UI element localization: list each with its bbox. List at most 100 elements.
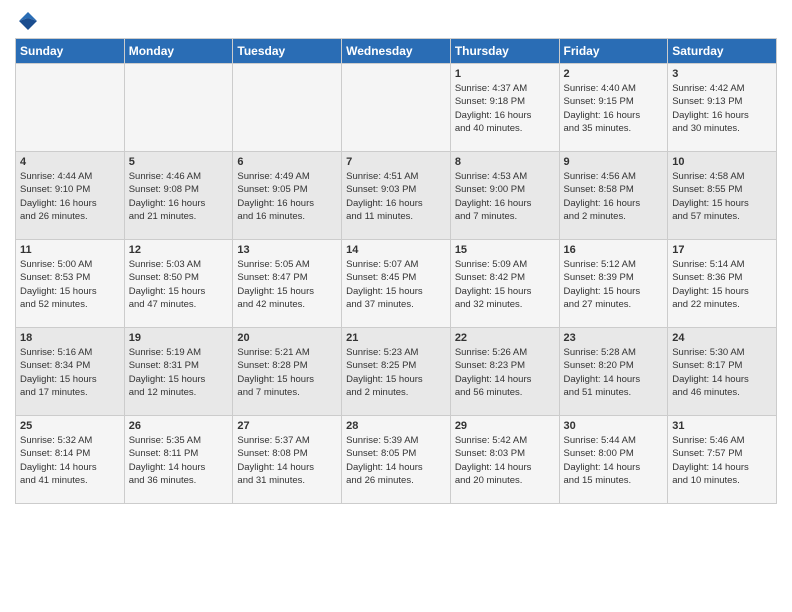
day-number: 6 <box>237 156 337 168</box>
day-info: Sunrise: 5:19 AM Sunset: 8:31 PM Dayligh… <box>129 346 229 399</box>
day-cell: 4 Sunrise: 4:44 AM Sunset: 9:10 PM Daylig… <box>16 152 125 240</box>
day-cell: 13 Sunrise: 5:05 AM Sunset: 8:47 PM Dayli… <box>233 240 342 328</box>
day-info: Sunrise: 4:53 AM Sunset: 9:00 PM Dayligh… <box>455 170 555 223</box>
day-number: 18 <box>20 332 120 344</box>
day-number: 29 <box>455 420 555 432</box>
day-cell: 7 Sunrise: 4:51 AM Sunset: 9:03 PM Daylig… <box>342 152 451 240</box>
day-cell: 1 Sunrise: 4:37 AM Sunset: 9:18 PM Daylig… <box>450 64 559 152</box>
logo-icon <box>17 10 39 32</box>
day-info: Sunrise: 5:21 AM Sunset: 8:28 PM Dayligh… <box>237 346 337 399</box>
day-number: 28 <box>346 420 446 432</box>
day-number: 13 <box>237 244 337 256</box>
day-number: 16 <box>564 244 664 256</box>
day-cell <box>124 64 233 152</box>
day-info: Sunrise: 4:58 AM Sunset: 8:55 PM Dayligh… <box>672 170 772 223</box>
week-row-1: 1 Sunrise: 4:37 AM Sunset: 9:18 PM Daylig… <box>16 64 777 152</box>
day-cell: 17 Sunrise: 5:14 AM Sunset: 8:36 PM Dayli… <box>668 240 777 328</box>
logo <box>15 10 39 32</box>
day-info: Sunrise: 4:46 AM Sunset: 9:08 PM Dayligh… <box>129 170 229 223</box>
day-cell: 25Sunrise: 5:32 AM Sunset: 8:14 PM Dayli… <box>16 416 125 504</box>
day-info: Sunrise: 5:28 AM Sunset: 8:20 PM Dayligh… <box>564 346 664 399</box>
day-number: 30 <box>564 420 664 432</box>
day-cell: 8 Sunrise: 4:53 AM Sunset: 9:00 PM Daylig… <box>450 152 559 240</box>
day-info: Sunrise: 5:42 AM Sunset: 8:03 PM Dayligh… <box>455 434 555 487</box>
day-cell: 21 Sunrise: 5:23 AM Sunset: 8:25 PM Dayli… <box>342 328 451 416</box>
day-number: 19 <box>129 332 229 344</box>
day-cell: 18 Sunrise: 5:16 AM Sunset: 8:34 PM Dayli… <box>16 328 125 416</box>
day-info: Sunrise: 5:05 AM Sunset: 8:47 PM Dayligh… <box>237 258 337 311</box>
day-info: Sunrise: 4:40 AM Sunset: 9:15 PM Dayligh… <box>564 82 664 135</box>
day-cell <box>342 64 451 152</box>
day-info: Sunrise: 4:56 AM Sunset: 8:58 PM Dayligh… <box>564 170 664 223</box>
day-info: Sunrise: 4:44 AM Sunset: 9:10 PM Dayligh… <box>20 170 120 223</box>
day-cell: 22 Sunrise: 5:26 AM Sunset: 8:23 PM Dayli… <box>450 328 559 416</box>
day-number: 23 <box>564 332 664 344</box>
day-info: Sunrise: 4:42 AM Sunset: 9:13 PM Dayligh… <box>672 82 772 135</box>
day-number: 20 <box>237 332 337 344</box>
day-number: 3 <box>672 68 772 80</box>
day-info: Sunrise: 4:37 AM Sunset: 9:18 PM Dayligh… <box>455 82 555 135</box>
day-number: 14 <box>346 244 446 256</box>
day-cell: 11Sunrise: 5:00 AM Sunset: 8:53 PM Dayli… <box>16 240 125 328</box>
day-number: 17 <box>672 244 772 256</box>
day-info: Sunrise: 5:44 AM Sunset: 8:00 PM Dayligh… <box>564 434 664 487</box>
day-info: Sunrise: 5:03 AM Sunset: 8:50 PM Dayligh… <box>129 258 229 311</box>
day-number: 12 <box>129 244 229 256</box>
day-cell: 16 Sunrise: 5:12 AM Sunset: 8:39 PM Dayli… <box>559 240 668 328</box>
day-cell: 12 Sunrise: 5:03 AM Sunset: 8:50 PM Dayli… <box>124 240 233 328</box>
day-cell: 10 Sunrise: 4:58 AM Sunset: 8:55 PM Dayli… <box>668 152 777 240</box>
day-info: Sunrise: 4:51 AM Sunset: 9:03 PM Dayligh… <box>346 170 446 223</box>
day-cell <box>16 64 125 152</box>
day-cell: 19 Sunrise: 5:19 AM Sunset: 8:31 PM Dayli… <box>124 328 233 416</box>
day-number: 21 <box>346 332 446 344</box>
day-info: Sunrise: 5:30 AM Sunset: 8:17 PM Dayligh… <box>672 346 772 399</box>
day-cell: 26 Sunrise: 5:35 AM Sunset: 8:11 PM Dayli… <box>124 416 233 504</box>
day-number: 4 <box>20 156 120 168</box>
day-cell: 31 Sunrise: 5:46 AM Sunset: 7:57 PM Dayli… <box>668 416 777 504</box>
column-header-friday: Friday <box>559 39 668 64</box>
day-info: Sunrise: 5:35 AM Sunset: 8:11 PM Dayligh… <box>129 434 229 487</box>
day-cell <box>233 64 342 152</box>
day-number: 5 <box>129 156 229 168</box>
day-info: Sunrise: 5:09 AM Sunset: 8:42 PM Dayligh… <box>455 258 555 311</box>
day-number: 24 <box>672 332 772 344</box>
calendar-header-row: SundayMondayTuesdayWednesdayThursdayFrid… <box>16 39 777 64</box>
day-cell: 28 Sunrise: 5:39 AM Sunset: 8:05 PM Dayli… <box>342 416 451 504</box>
day-info: Sunrise: 5:39 AM Sunset: 8:05 PM Dayligh… <box>346 434 446 487</box>
day-cell: 24 Sunrise: 5:30 AM Sunset: 8:17 PM Dayli… <box>668 328 777 416</box>
day-number: 10 <box>672 156 772 168</box>
day-info: Sunrise: 5:12 AM Sunset: 8:39 PM Dayligh… <box>564 258 664 311</box>
day-number: 9 <box>564 156 664 168</box>
day-number: 8 <box>455 156 555 168</box>
day-cell: 5 Sunrise: 4:46 AM Sunset: 9:08 PM Daylig… <box>124 152 233 240</box>
day-number: 26 <box>129 420 229 432</box>
column-header-wednesday: Wednesday <box>342 39 451 64</box>
day-number: 2 <box>564 68 664 80</box>
day-info: Sunrise: 5:23 AM Sunset: 8:25 PM Dayligh… <box>346 346 446 399</box>
day-number: 1 <box>455 68 555 80</box>
day-info: Sunrise: 5:46 AM Sunset: 7:57 PM Dayligh… <box>672 434 772 487</box>
day-number: 15 <box>455 244 555 256</box>
day-number: 31 <box>672 420 772 432</box>
day-number: 22 <box>455 332 555 344</box>
day-cell: 27 Sunrise: 5:37 AM Sunset: 8:08 PM Dayli… <box>233 416 342 504</box>
day-cell: 30 Sunrise: 5:44 AM Sunset: 8:00 PM Dayli… <box>559 416 668 504</box>
day-info: Sunrise: 5:26 AM Sunset: 8:23 PM Dayligh… <box>455 346 555 399</box>
day-cell: 2 Sunrise: 4:40 AM Sunset: 9:15 PM Daylig… <box>559 64 668 152</box>
day-info: Sunrise: 5:16 AM Sunset: 8:34 PM Dayligh… <box>20 346 120 399</box>
day-info: Sunrise: 5:07 AM Sunset: 8:45 PM Dayligh… <box>346 258 446 311</box>
day-cell: 20 Sunrise: 5:21 AM Sunset: 8:28 PM Dayli… <box>233 328 342 416</box>
day-number: 7 <box>346 156 446 168</box>
calendar-table: SundayMondayTuesdayWednesdayThursdayFrid… <box>15 38 777 504</box>
week-row-5: 25Sunrise: 5:32 AM Sunset: 8:14 PM Dayli… <box>16 416 777 504</box>
day-number: 27 <box>237 420 337 432</box>
day-cell: 3 Sunrise: 4:42 AM Sunset: 9:13 PM Daylig… <box>668 64 777 152</box>
day-cell: 29 Sunrise: 5:42 AM Sunset: 8:03 PM Dayli… <box>450 416 559 504</box>
day-info: Sunrise: 5:32 AM Sunset: 8:14 PM Dayligh… <box>20 434 120 487</box>
page-header <box>15 10 777 32</box>
day-cell: 23 Sunrise: 5:28 AM Sunset: 8:20 PM Dayli… <box>559 328 668 416</box>
column-header-monday: Monday <box>124 39 233 64</box>
day-info: Sunrise: 5:14 AM Sunset: 8:36 PM Dayligh… <box>672 258 772 311</box>
day-info: Sunrise: 5:37 AM Sunset: 8:08 PM Dayligh… <box>237 434 337 487</box>
day-cell: 14 Sunrise: 5:07 AM Sunset: 8:45 PM Dayli… <box>342 240 451 328</box>
